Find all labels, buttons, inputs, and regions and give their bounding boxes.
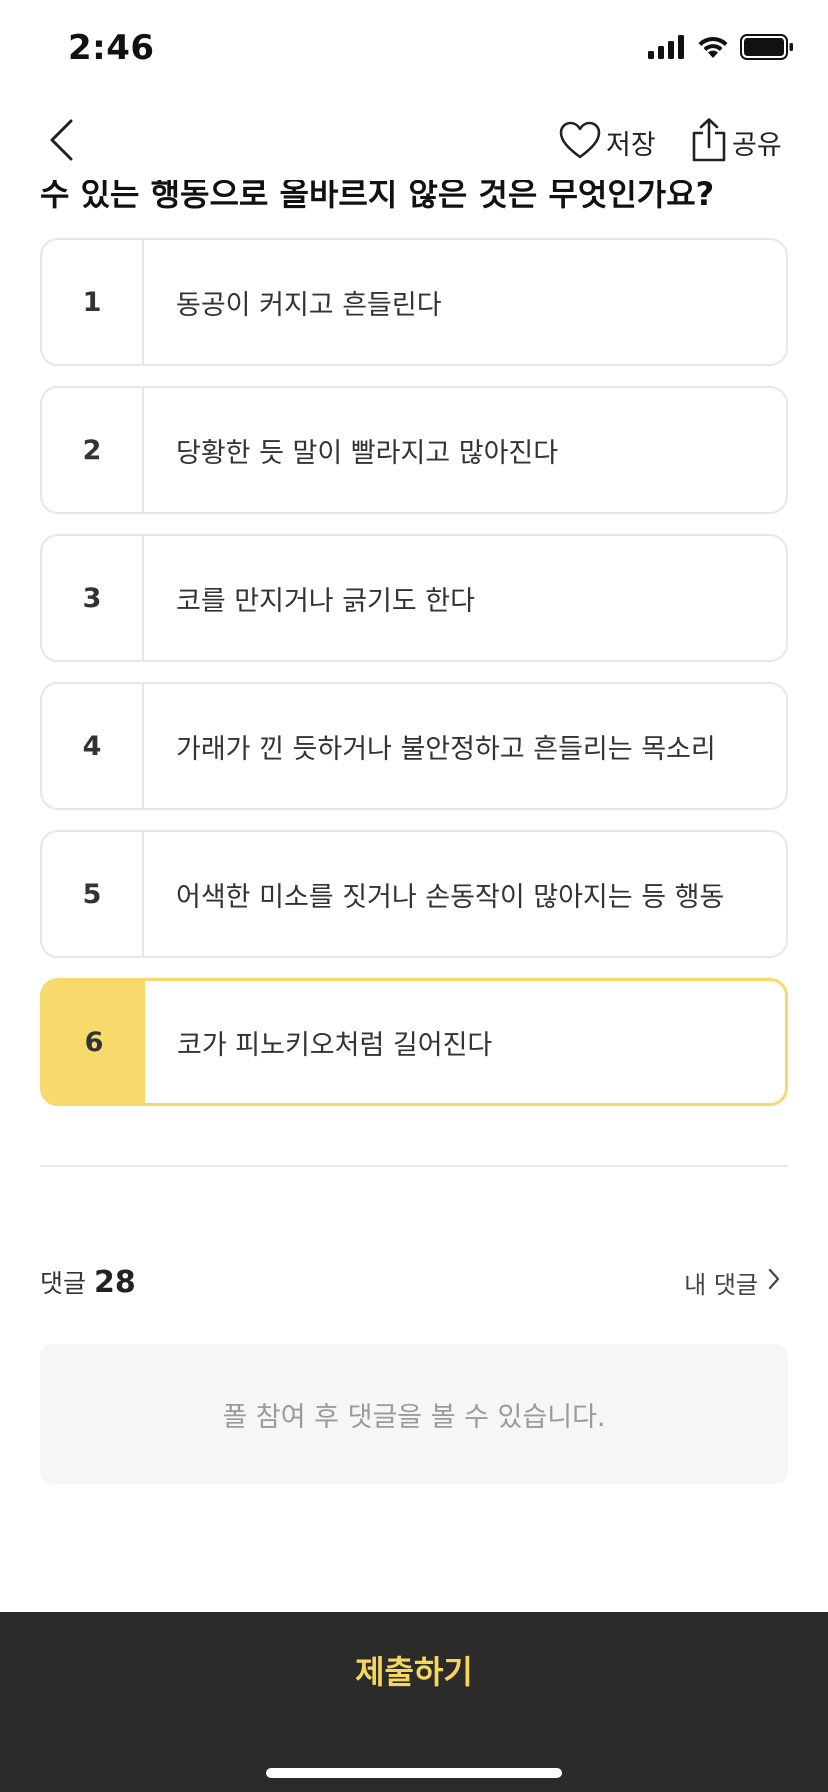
share-icon [690,117,728,167]
option-number: 1 [42,240,144,364]
save-label: 저장 [606,129,656,161]
comments-count: 28 [94,1265,136,1300]
battery-icon [740,34,794,64]
save-button[interactable]: 저장 [558,114,656,170]
option-3[interactable]: 3 코를 만지거나 긁기도 한다 [40,534,788,662]
option-1[interactable]: 1 동공이 커지고 흔들린다 [40,238,788,366]
signal-icon [648,35,686,63]
heart-icon [558,120,602,164]
my-comments-link[interactable]: 내 댓글 [684,1265,788,1300]
comments-label: 댓글 [40,1269,87,1298]
option-number: 5 [42,832,144,956]
comments-header: 댓글 28 내 댓글 [40,1262,788,1302]
wifi-icon [696,34,730,64]
option-text: 코를 만지거나 긁기도 한다 [176,585,475,617]
option-number: 4 [42,684,144,808]
option-2[interactable]: 2 당황한 듯 말이 빨라지고 많아진다 [40,386,788,514]
option-text: 어색한 미소를 짓거나 손동작이 많아지는 등 행동 [176,881,725,913]
home-indicator [266,1768,562,1778]
option-text: 당황한 듯 말이 빨라지고 많아진다 [176,437,559,469]
option-text: 동공이 커지고 흔들린다 [176,289,442,321]
option-number: 6 [43,981,145,1103]
option-text: 가래가 낀 듯하거나 불안정하고 흔들리는 목소리 [176,733,716,765]
status-time: 2:46 [68,28,155,68]
nav-bar: 저장 공유 [0,100,828,180]
answer-options: 1 동공이 커지고 흔들린다 2 당황한 듯 말이 빨라지고 많아진다 3 코를… [40,238,788,1126]
divider [40,1165,788,1167]
my-comments-label: 내 댓글 [684,1270,758,1299]
option-number: 2 [42,388,144,512]
share-button[interactable]: 공유 [690,112,782,172]
option-number: 3 [42,536,144,660]
back-button[interactable] [36,114,86,170]
option-4[interactable]: 4 가래가 낀 듯하거나 불안정하고 흔들리는 목소리 [40,682,788,810]
share-label: 공유 [732,129,782,161]
submit-button[interactable]: 제출하기 [0,1612,828,1728]
chevron-right-icon [768,1268,780,1296]
bottom-bar: 제출하기 [0,1612,828,1792]
option-6[interactable]: 6 코가 피노키오처럼 길어진다 [40,978,788,1106]
status-icons [648,34,794,64]
status-bar: 2:46 [0,0,828,100]
option-text: 코가 피노키오처럼 길어진다 [177,1029,493,1061]
option-5[interactable]: 5 어색한 미소를 짓거나 손동작이 많아지는 등 행동 [40,830,788,958]
comments-title: 댓글 28 [40,1264,136,1300]
comments-locked-notice: 폴 참여 후 댓글을 볼 수 있습니다. [40,1344,788,1484]
chevron-left-icon [47,118,75,166]
